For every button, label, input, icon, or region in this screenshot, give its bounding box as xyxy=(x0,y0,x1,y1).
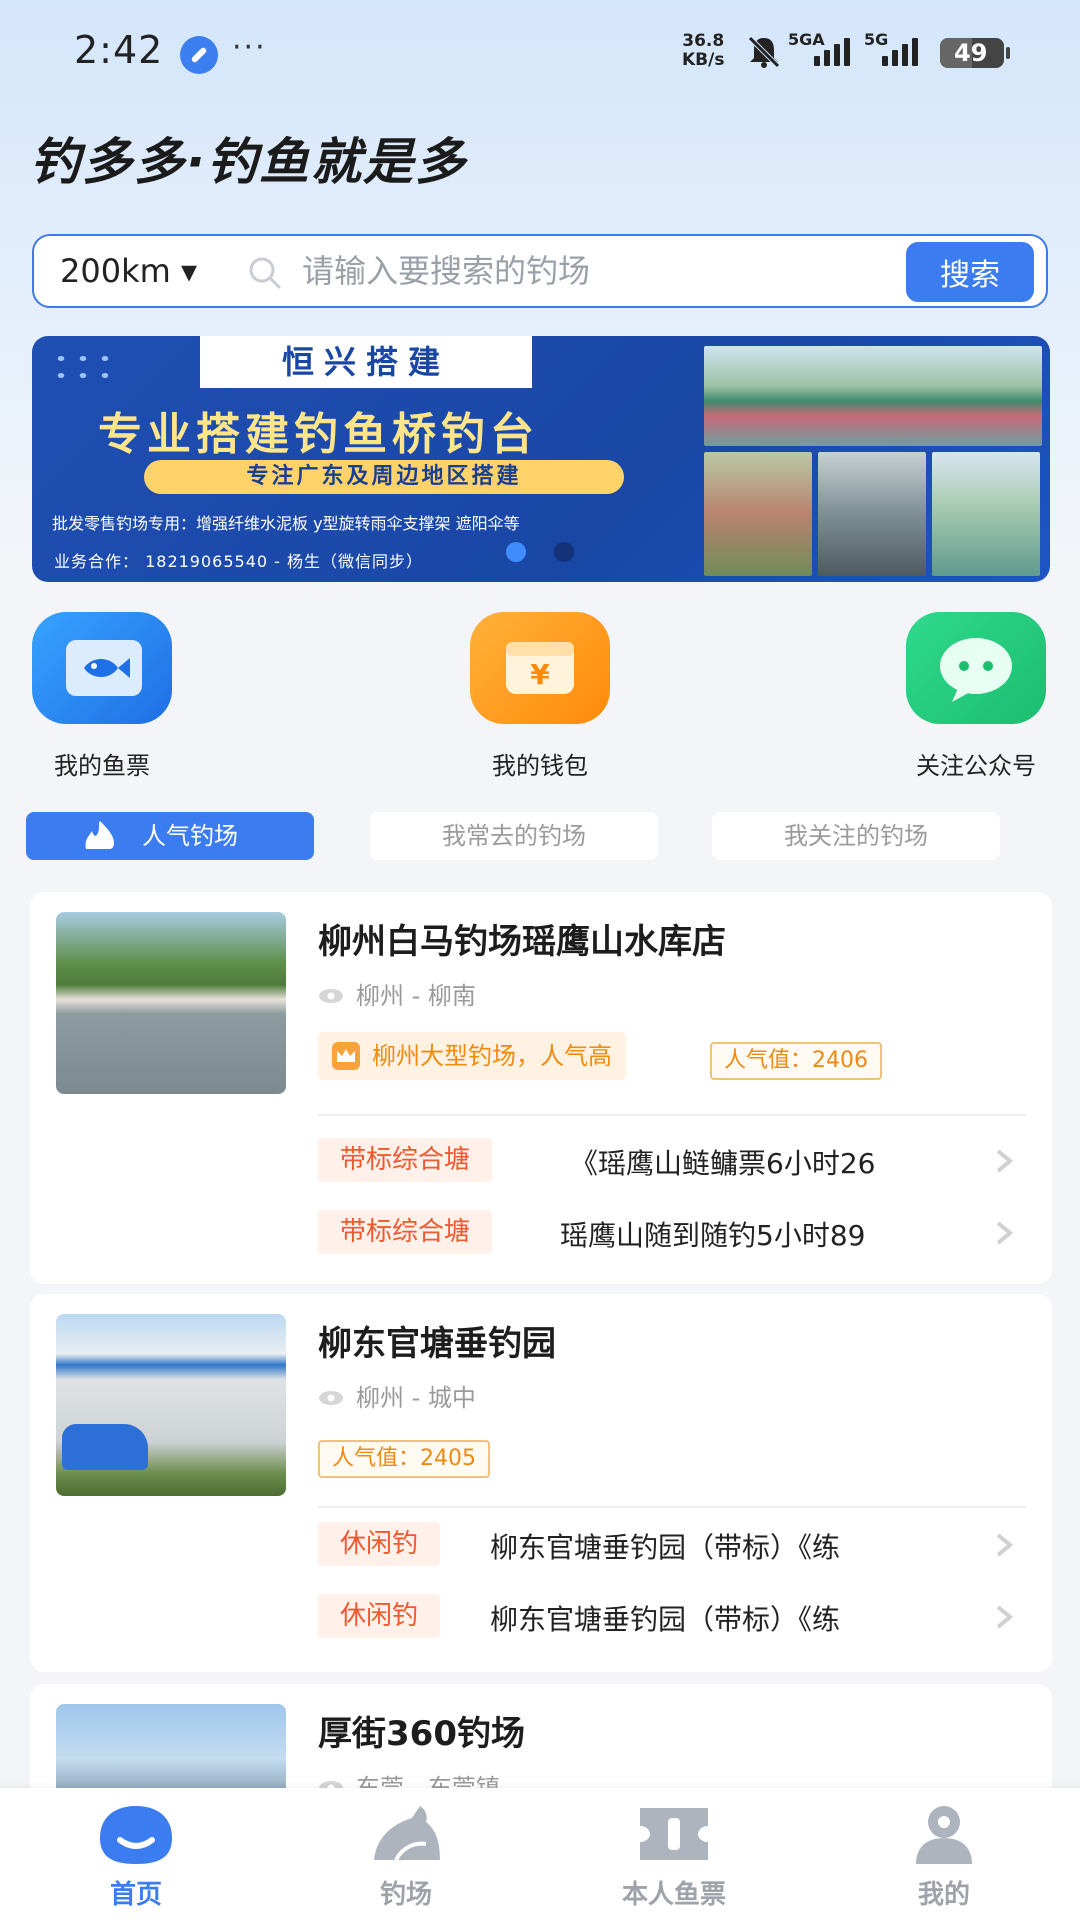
banner-contact: 业务合作： 18219065540 - 杨生（微信同步） xyxy=(54,552,424,571)
venue-photo xyxy=(56,1314,286,1496)
venue-location: 柳州 - 城中 xyxy=(356,1384,476,1412)
banner-photo-platform xyxy=(704,346,1042,446)
crown-icon xyxy=(332,1042,360,1070)
wallet-icon: ¥ xyxy=(470,612,610,724)
fishing-hook-icon xyxy=(374,1806,440,1861)
banner-photo-bridge xyxy=(932,452,1040,576)
wechat-icon xyxy=(906,612,1046,724)
banner-company: 恒兴搭建 xyxy=(200,336,532,388)
svg-text:¥: ¥ xyxy=(530,658,550,691)
banner-headline: 专业搭建钓鱼桥钓台 xyxy=(98,409,539,460)
ticket-name[interactable]: 瑶鹰山随到随钓5小时89 xyxy=(560,1214,1002,1254)
venue-card[interactable]: 厚街360钓场 东莞 - 东莞镇 xyxy=(30,1684,1052,1804)
divider xyxy=(318,1506,1026,1508)
nav-home[interactable]: 首页 xyxy=(56,1802,216,1911)
venue-card[interactable]: 柳东官塘垂钓园 柳州 - 城中 人气值：2405 休闲钓 柳东官塘垂钓园（带标）… xyxy=(30,1294,1052,1672)
quick-action-follow-official[interactable]: 关注公众号 xyxy=(896,612,1056,781)
chevron-right-icon[interactable] xyxy=(990,1604,1016,1630)
carousel-indicator[interactable] xyxy=(554,542,574,562)
network-speed: 36.8 KB/s xyxy=(682,31,725,70)
search-icon xyxy=(249,257,281,289)
chevron-right-icon[interactable] xyxy=(990,1220,1016,1246)
tab-frequent-venues[interactable]: 我常去的钓场 xyxy=(370,812,658,860)
battery-icon: 49 xyxy=(940,38,1010,68)
venue-location: 柳州 - 柳南 xyxy=(356,982,476,1010)
quick-action-wallet[interactable]: ¥ 我的钱包 xyxy=(460,612,620,781)
search-bar: 200km ▾ 搜索 xyxy=(32,234,1048,308)
quick-action-fish-ticket[interactable]: 我的鱼票 xyxy=(22,612,182,781)
banner-photo-board xyxy=(704,452,812,576)
venue-card[interactable]: 柳州白马钓场瑶鹰山水库店 柳州 - 柳南 柳州大型钓场，人气高 人气值：2406… xyxy=(30,892,1052,1284)
browser-compass-icon xyxy=(180,36,218,74)
app-brand-title: 钓多多·钓鱼就是多 xyxy=(30,133,467,191)
ticket-icon xyxy=(640,1808,708,1860)
location-eye-icon xyxy=(319,1391,343,1405)
ticket-name[interactable]: 柳东官塘垂钓园（带标）《练 xyxy=(490,1526,1002,1566)
divider xyxy=(318,1114,1026,1116)
tab-followed-venues[interactable]: 我关注的钓场 xyxy=(712,812,1000,860)
distance-range-select[interactable]: 200km ▾ xyxy=(60,252,197,290)
signal-5g-icon: 5G xyxy=(862,30,932,70)
nav-profile[interactable]: 我的 xyxy=(864,1802,1024,1911)
clock: 2:42 xyxy=(74,28,164,72)
fire-icon xyxy=(85,821,114,849)
profile-icon xyxy=(916,1806,972,1864)
popularity-badge: 人气值：2406 xyxy=(710,1042,882,1080)
fish-ticket-icon xyxy=(32,612,172,724)
home-icon xyxy=(100,1806,172,1864)
location-eye-icon xyxy=(319,989,343,1003)
venue-name: 柳东官塘垂钓园 xyxy=(318,1324,556,1364)
banner-subline: 专注广东及周边地区搭建 xyxy=(144,460,624,494)
ticket-type-tag: 带标综合塘 xyxy=(318,1210,493,1254)
banner-photo-frame xyxy=(818,452,926,576)
venue-photo xyxy=(56,912,286,1094)
promo-banner[interactable]: 恒兴搭建 专业搭建钓鱼桥钓台 专注广东及周边地区搭建 批发零售钓场专用：增强纤维… xyxy=(32,336,1050,582)
mute-bell-icon xyxy=(748,36,780,68)
chevron-right-icon[interactable] xyxy=(990,1148,1016,1174)
venue-name: 厚街360钓场 xyxy=(318,1714,525,1754)
nav-venues[interactable]: 钓场 xyxy=(326,1802,486,1911)
banner-products: 批发零售钓场专用：增强纤维水泥板 y型旋转雨伞支撑架 遮阳伞等 xyxy=(52,514,520,533)
nav-my-tickets[interactable]: 本人鱼票 xyxy=(594,1802,754,1911)
bottom-nav: 首页 钓场 本人鱼票 我的 xyxy=(0,1788,1080,1920)
hot-badge: 柳州大型钓场，人气高 xyxy=(318,1032,626,1080)
more-dots-icon: ··· xyxy=(232,30,267,65)
ticket-name[interactable]: 柳东官塘垂钓园（带标）《练 xyxy=(490,1598,1002,1638)
ticket-name[interactable]: 《瑶鹰山鲢鳙票6小时26 xyxy=(570,1142,1002,1182)
tab-popular-venues[interactable]: 人气钓场 xyxy=(26,812,314,860)
carousel-indicator-active[interactable] xyxy=(506,542,526,562)
ticket-type-tag: 休闲钓 xyxy=(318,1522,441,1566)
ticket-type-tag: 带标综合塘 xyxy=(318,1138,493,1182)
banner-dot-decoration xyxy=(50,350,120,384)
ticket-type-tag: 休闲钓 xyxy=(318,1594,441,1638)
search-button[interactable]: 搜索 xyxy=(906,242,1034,302)
search-input[interactable] xyxy=(302,246,912,296)
chevron-right-icon[interactable] xyxy=(990,1532,1016,1558)
status-bar: 2:42 ··· 36.8 KB/s 5GA 5G 49 xyxy=(0,0,1080,100)
venue-name: 柳州白马钓场瑶鹰山水库店 xyxy=(318,922,726,962)
popularity-badge: 人气值：2405 xyxy=(318,1440,490,1478)
signal-5ga-icon: 5GA xyxy=(786,30,856,70)
